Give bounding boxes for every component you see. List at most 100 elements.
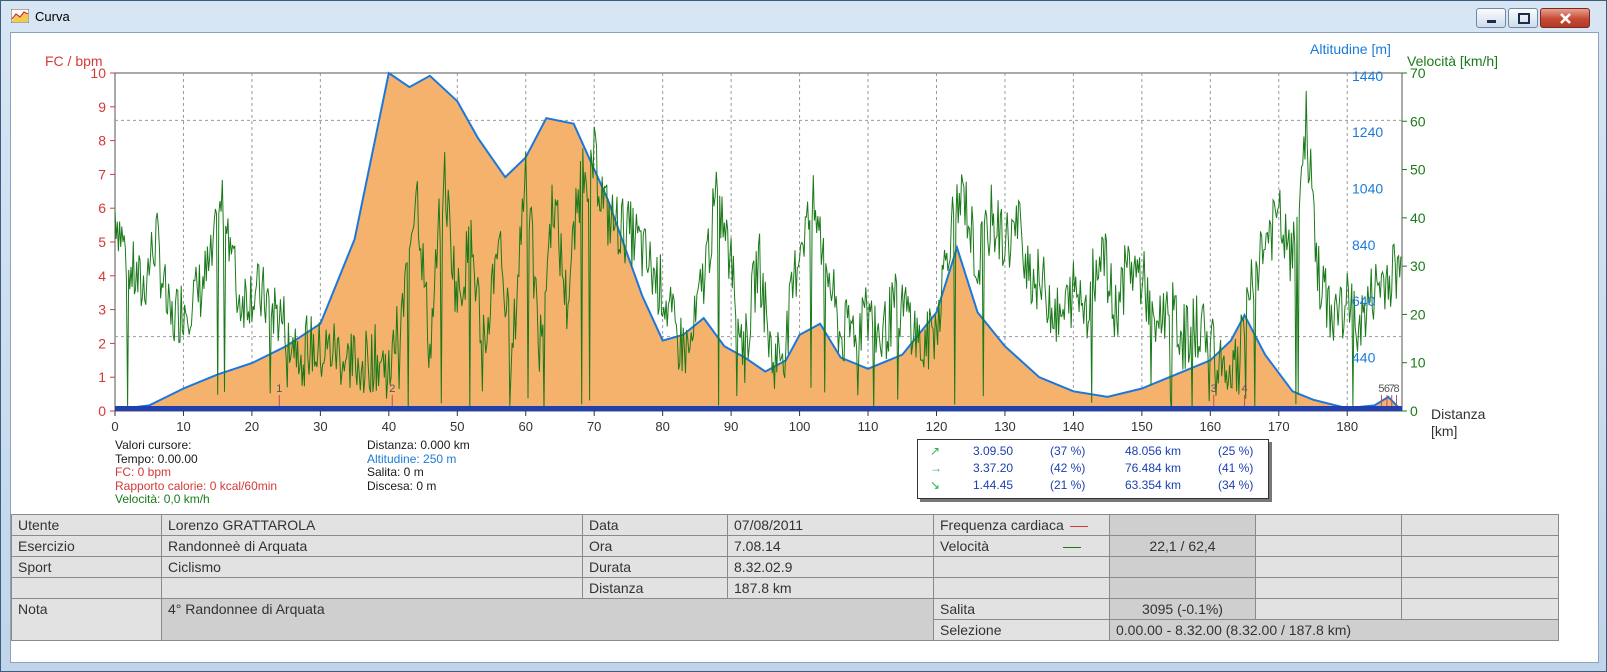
fc-tick-label: 7 <box>98 166 106 182</box>
table-row: Utente Lorenzo GRATTAROLA Data 07/08/201… <box>11 514 1559 536</box>
empty-cell <box>1401 598 1559 620</box>
stats-time-pct: (37 %) <box>1050 444 1086 458</box>
altitude-tick-label: 840 <box>1352 237 1376 253</box>
table-row: Distanza 187.8 km <box>11 577 1559 599</box>
stats-row-down: ↘ 1.44.45 (21 %) 63.354 km (34 %) <box>918 476 1268 492</box>
empty-cell <box>1109 556 1256 578</box>
sport-value: Ciclismo <box>161 556 583 578</box>
maximize-button[interactable] <box>1508 8 1538 28</box>
x-tick-label: 160 <box>1199 419 1221 434</box>
stats-distance: 76.484 km <box>1125 461 1182 475</box>
x-tick-label: 50 <box>450 419 464 434</box>
cursor-altitude: Altitudine: 250 m <box>367 451 457 466</box>
stats-time: 1.44.45 <box>973 478 1014 492</box>
speed-tick-label: 10 <box>1410 355 1426 371</box>
lap-marker-label: 1 <box>276 383 282 395</box>
ascent-value: 3095 (-0.1%) <box>1109 598 1256 620</box>
x-tick-label: 90 <box>724 419 738 434</box>
altitude-tick-label: 1440 <box>1352 68 1383 84</box>
speed-axis-title: Velocità [km/h] <box>1407 53 1498 69</box>
altitude-axis-title: Altitudine [m] <box>1310 41 1391 57</box>
fc-axis-title: FC / bpm <box>45 53 103 69</box>
cursor-distance: Distanza: 0.000 km <box>367 438 470 452</box>
exercise-info-table: Utente Lorenzo GRATTAROLA Data 07/08/201… <box>11 514 1559 641</box>
window: Curva 0 10 20 30 40 50 60 70 80 90 100 110 120 130 140… <box>0 0 1607 672</box>
x-tick-label: 180 <box>1336 419 1358 434</box>
heart-rate-label: Frequenza cardiaca <box>933 514 1110 536</box>
stats-distance: 63.354 km <box>1125 478 1182 492</box>
stats-time: 3.09.50 <box>973 444 1014 458</box>
x-tick-label: 80 <box>655 419 669 434</box>
chart-panel: 0 10 20 30 40 50 60 70 80 90 100 110 120 130 140 150 160… <box>10 32 1599 663</box>
stats-distance-pct: (25 %) <box>1218 444 1254 458</box>
empty-cell <box>1255 556 1402 578</box>
x-tick-label: 150 <box>1131 419 1153 434</box>
time-label: Ora <box>582 535 728 557</box>
chart-app-icon <box>11 9 29 23</box>
restore-icon <box>1518 13 1530 24</box>
stats-time-pct: (42 %) <box>1050 461 1086 475</box>
lap-marker-label: 3 <box>1211 383 1217 395</box>
speed-label-text: Velocità <box>940 538 990 554</box>
altitude-tick-label: 1240 <box>1352 124 1383 140</box>
window-title: Curva <box>35 9 70 24</box>
table-row: Nota 4° Randonnee di Arquata Salita 3095… <box>11 598 1559 641</box>
x-tick-label: 170 <box>1268 419 1290 434</box>
heart-rate-label-text: Frequenza cardiaca <box>940 517 1064 533</box>
note-label: Nota <box>11 598 162 641</box>
heart-rate-value <box>1109 514 1256 536</box>
altitude-speed-chart[interactable]: 0 10 20 30 40 50 60 70 80 90 100 110 120 130 140 150 160… <box>11 33 1598 503</box>
ascent-label: Salita <box>933 598 1110 620</box>
climb-stats-box: ↗ 3.09.50 (37 %) 48.056 km (25 %) → 3.37… <box>917 439 1269 499</box>
stats-distance-pct: (41 %) <box>1218 461 1254 475</box>
speed-legend-line <box>1063 546 1082 548</box>
speed-tick-label: 20 <box>1410 306 1426 322</box>
lap-marker-label: 8 <box>1393 383 1399 395</box>
empty-cell <box>1109 577 1256 599</box>
distance-axis-unit: [km] <box>1431 423 1457 439</box>
x-tick-label: 40 <box>382 419 396 434</box>
speed-tick-label: 0 <box>1410 403 1418 419</box>
x-tick-label: 20 <box>245 419 259 434</box>
exercise-value: Randonneè di Arquata <box>161 535 583 557</box>
stats-time-pct: (21 %) <box>1050 478 1086 492</box>
user-label: Utente <box>11 514 162 536</box>
fc-tick-label: 9 <box>98 99 106 115</box>
selection-value: 0.00.00 - 8.32.00 (8.32.00 / 187.8 km) <box>1109 619 1559 641</box>
empty-cell <box>1255 535 1402 557</box>
fc-tick-label: 3 <box>98 302 106 318</box>
x-tick-label: 0 <box>111 419 118 434</box>
fc-tick-label: 4 <box>98 268 106 284</box>
altitude-tick-label: 440 <box>1352 349 1376 365</box>
x-tick-label: 10 <box>176 419 190 434</box>
time-value: 7.08.14 <box>727 535 934 557</box>
empty-cell <box>11 577 162 599</box>
close-button[interactable] <box>1540 8 1590 28</box>
x-tick-label: 70 <box>587 419 601 434</box>
distance-value: 187.8 km <box>727 577 934 599</box>
stats-row-up: ↗ 3.09.50 (37 %) 48.056 km (25 %) <box>918 442 1268 458</box>
fc-tick-label: 1 <box>98 369 106 385</box>
fc-tick-label: 5 <box>98 234 106 250</box>
empty-cell <box>1255 514 1402 536</box>
minimize-button[interactable] <box>1476 8 1506 28</box>
duration-label: Durata <box>582 556 728 578</box>
sport-label: Sport <box>11 556 162 578</box>
cursor-ascent: Salita: 0 m <box>367 465 424 479</box>
stats-time: 3.37.20 <box>973 461 1014 475</box>
date-label: Data <box>582 514 728 536</box>
table-row: Sport Ciclismo Durata 8.32.02.9 <box>11 556 1559 578</box>
x-tick-label: 30 <box>313 419 327 434</box>
duration-value: 8.32.02.9 <box>727 556 934 578</box>
altitude-tick-label: 640 <box>1352 293 1376 309</box>
heart-rate-legend-line <box>1069 525 1088 527</box>
fc-tick-label: 8 <box>98 133 106 149</box>
cursor-calories: Rapporto calorie: 0 kcal/60min <box>115 478 278 493</box>
empty-cell <box>933 556 1110 578</box>
title-bar[interactable]: Curva <box>1 1 1606 31</box>
stats-distance-pct: (34 %) <box>1218 478 1254 492</box>
empty-cell <box>1255 598 1402 620</box>
cursor-title: Valori cursore: <box>115 438 192 452</box>
x-tick-label: 130 <box>994 419 1016 434</box>
close-icon <box>1560 13 1571 24</box>
